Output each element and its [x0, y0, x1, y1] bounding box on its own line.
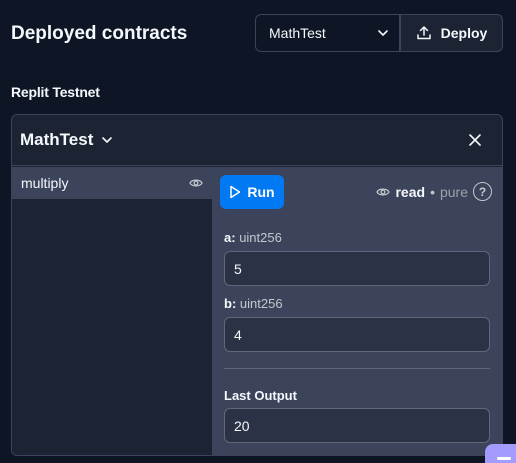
- function-item-multiply[interactable]: multiply: [12, 167, 212, 199]
- param-label-b: b: uint256: [224, 296, 283, 311]
- param-input-b[interactable]: 4: [224, 317, 490, 352]
- chat-widget-button[interactable]: [485, 444, 516, 463]
- contract-panel-header[interactable]: MathTest: [12, 115, 502, 166]
- read-label: read: [395, 183, 426, 200]
- contract-select[interactable]: MathTest: [255, 14, 400, 52]
- eye-icon: [189, 179, 203, 187]
- separator-dot: •: [430, 183, 435, 200]
- deployed-contracts-view: Deployed contracts MathTest Deploy Repli…: [0, 0, 516, 463]
- chevron-down-icon: [378, 30, 388, 36]
- param-name: a:: [224, 230, 236, 245]
- pure-label: pure: [439, 183, 468, 200]
- last-output-label: Last Output: [224, 388, 297, 403]
- play-icon: [230, 185, 241, 199]
- chevron-down-icon[interactable]: [101, 134, 113, 146]
- run-button-label: Run: [247, 184, 275, 200]
- upload-icon: [416, 26, 431, 40]
- deploy-button[interactable]: Deploy: [400, 14, 503, 52]
- param-name: b:: [224, 296, 237, 311]
- last-output-field: 20: [224, 408, 490, 443]
- network-name: Replit Testnet: [11, 84, 100, 100]
- close-icon[interactable]: [468, 133, 482, 147]
- page-title: Deployed contracts: [11, 23, 188, 44]
- function-list: multiply: [12, 167, 212, 455]
- param-label-a: a: uint256: [224, 230, 282, 245]
- contract-name: MathTest: [20, 130, 94, 149]
- param-type: uint256: [239, 296, 283, 311]
- help-icon[interactable]: ?: [473, 182, 492, 201]
- eye-icon: [376, 188, 391, 195]
- contract-panel-body: multiply Run read • pure ? a: uint256 5 …: [12, 167, 502, 455]
- param-input-a[interactable]: 5: [224, 251, 490, 286]
- run-button[interactable]: Run: [220, 175, 284, 209]
- param-type: uint256: [239, 230, 282, 245]
- mutability-indicator: read • pure ?: [376, 182, 492, 201]
- contract-select-value: MathTest: [269, 25, 326, 41]
- contract-panel: MathTest multiply Run read • pure ? a: u…: [11, 114, 503, 456]
- function-form: Run read • pure ? a: uint256 5 b: uint25…: [212, 167, 502, 455]
- deploy-button-label: Deploy: [440, 25, 488, 41]
- function-item-label: multiply: [21, 175, 69, 191]
- divider: [224, 368, 490, 369]
